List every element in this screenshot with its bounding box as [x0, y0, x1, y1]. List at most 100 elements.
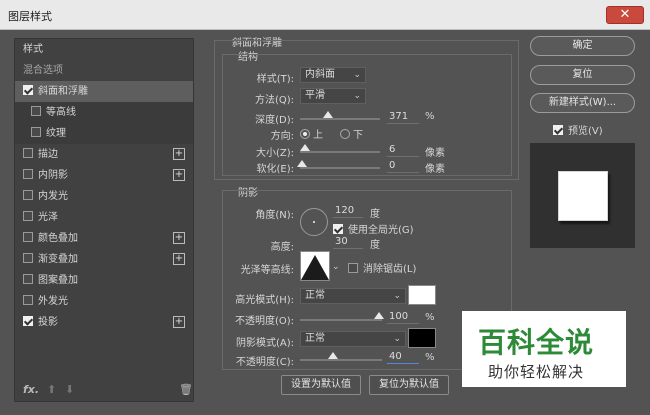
highlight-opacity-slider[interactable] [300, 319, 382, 321]
highlight-mode-select[interactable]: 正常 ⌄ [300, 288, 406, 304]
antialias-checkbox[interactable]: 消除锯齿(L) [348, 260, 416, 275]
chevron-down-icon: ⌄ [353, 91, 361, 101]
soften-input[interactable]: 0 [387, 159, 419, 173]
depth-slider[interactable] [300, 118, 380, 120]
angle-label: 角度(N): [255, 210, 294, 221]
depth-slider-thumb[interactable] [323, 111, 333, 118]
effects-list-item[interactable]: 等高线 [15, 102, 193, 123]
effects-list: 样式 混合选项 斜面和浮雕 等高线 纹理 描边 + 内阴影 + 内发光光泽颜色叠加 + 渐变叠加 + 图案… [14, 38, 194, 402]
ok-button[interactable]: 确定 [530, 36, 635, 56]
style-label: 样式(T): [256, 74, 294, 85]
effects-list-item[interactable]: 样式 [15, 39, 193, 60]
depth-input[interactable]: 371 [387, 110, 419, 124]
effects-list-item-label: 内阴影 [38, 170, 68, 181]
effects-list-item[interactable]: 描边 + [15, 144, 193, 165]
add-effect-plus-icon[interactable]: + [173, 148, 185, 160]
effects-list-item[interactable]: 纹理 [15, 123, 193, 144]
size-slider[interactable] [300, 151, 380, 153]
effects-list-item-label: 光泽 [38, 212, 58, 223]
style-select[interactable]: 内斜面 ⌄ [300, 67, 366, 83]
effects-list-item[interactable]: 图案叠加 [15, 270, 193, 291]
effects-list-item[interactable]: 渐变叠加 + [15, 249, 193, 270]
effects-list-item[interactable]: 斜面和浮雕 [15, 81, 193, 102]
angle-input[interactable]: 120 [333, 204, 363, 218]
direction-down-radio[interactable]: 下 [340, 126, 363, 141]
technique-select[interactable]: 平滑 ⌄ [300, 88, 366, 104]
set-default-button[interactable]: 设置为默认值 [281, 375, 361, 395]
chevron-down-icon: ⌄ [393, 291, 401, 301]
highlight-opacity-label: 不透明度(O): [234, 316, 294, 327]
radio-on-icon [300, 129, 310, 139]
checkbox-unchecked-icon[interactable] [31, 127, 41, 137]
checkbox-checked-icon [333, 224, 343, 234]
soften-slider[interactable] [300, 167, 380, 169]
effects-list-item[interactable]: 内阴影 + [15, 165, 193, 186]
shadow-mode-select[interactable]: 正常 ⌄ [300, 331, 406, 347]
shadow-opacity-input[interactable]: 40 [387, 350, 419, 364]
size-unit: 像素 [425, 148, 445, 159]
angle-dial[interactable] [300, 208, 328, 236]
soften-label: 软化(E): [256, 164, 295, 175]
window-title: 图层样式 [8, 10, 52, 23]
chevron-down-icon[interactable]: ⌄ [332, 262, 340, 272]
shadow-opacity-slider-thumb[interactable] [328, 352, 338, 359]
direction-down-label: 下 [353, 130, 363, 141]
reset-button[interactable]: 复位 [530, 65, 635, 85]
highlight-mode-value: 正常 [305, 290, 325, 301]
watermark: 百科全说 助你轻松解决 [462, 311, 626, 387]
checkbox-unchecked-icon[interactable] [23, 274, 33, 284]
size-input[interactable]: 6 [387, 143, 419, 157]
preview-checkbox[interactable]: 预览(V) [553, 122, 603, 137]
preview-thumbnail [530, 143, 635, 248]
global-light-checkbox[interactable]: 使用全局光(G) [333, 221, 414, 236]
highlight-opacity-input[interactable]: 100 [387, 310, 419, 324]
add-effect-plus-icon[interactable]: + [173, 316, 185, 328]
gloss-contour-label: 光泽等高线: [240, 265, 294, 276]
soften-slider-thumb[interactable] [297, 160, 307, 167]
checkbox-unchecked-icon[interactable] [23, 253, 33, 263]
checkbox-unchecked-icon[interactable] [23, 169, 33, 179]
effects-list-item[interactable]: 光泽 [15, 207, 193, 228]
checkbox-unchecked-icon[interactable] [31, 106, 41, 116]
preview-square [558, 171, 608, 221]
shadow-color-swatch[interactable] [408, 328, 436, 348]
effects-list-item[interactable]: 外发光 [15, 291, 193, 312]
move-down-icon[interactable]: ⬇ [65, 383, 74, 396]
move-up-icon[interactable]: ⬆ [47, 383, 56, 396]
checkbox-checked-icon[interactable] [23, 85, 33, 95]
effects-list-item[interactable]: 投影 + [15, 312, 193, 333]
technique-value: 平滑 [305, 90, 325, 101]
technique-label: 方法(Q): [254, 95, 294, 106]
checkbox-unchecked-icon[interactable] [23, 295, 33, 305]
checkbox-unchecked-icon[interactable] [23, 148, 33, 158]
size-slider-thumb[interactable] [300, 144, 310, 151]
direction-up-radio[interactable]: 上 [300, 126, 323, 141]
highlight-opacity-slider-thumb[interactable] [374, 312, 384, 319]
checkbox-unchecked-icon[interactable] [23, 190, 33, 200]
add-effect-plus-icon[interactable]: + [173, 253, 185, 265]
add-effect-plus-icon[interactable]: + [173, 169, 185, 181]
new-style-button[interactable]: 新建样式(W)... [530, 93, 635, 113]
fx-icon[interactable]: fx. [23, 383, 39, 396]
altitude-label: 高度: [270, 242, 294, 253]
depth-unit: % [425, 111, 435, 122]
shadow-opacity-slider[interactable] [300, 359, 382, 361]
altitude-input[interactable]: 30 [333, 235, 363, 249]
reset-default-button[interactable]: 复位为默认值 [369, 375, 449, 395]
soften-unit: 像素 [425, 164, 445, 175]
contour-curve-icon [301, 255, 329, 280]
trash-icon[interactable]: 🗑 [179, 383, 193, 396]
effects-list-item[interactable]: 内发光 [15, 186, 193, 207]
effects-list-item[interactable]: 混合选项 [15, 60, 193, 81]
checkbox-unchecked-icon[interactable] [23, 211, 33, 221]
checkbox-unchecked-icon[interactable] [23, 232, 33, 242]
gloss-contour-picker[interactable] [300, 251, 330, 281]
highlight-color-swatch[interactable] [408, 285, 436, 305]
close-button[interactable]: ✕ [606, 6, 644, 24]
add-effect-plus-icon[interactable]: + [173, 232, 185, 244]
shadow-opacity-label: 不透明度(C): [235, 357, 294, 368]
effects-list-item[interactable]: 颜色叠加 + [15, 228, 193, 249]
chevron-down-icon: ⌄ [353, 70, 361, 80]
checkbox-checked-icon[interactable] [23, 316, 33, 326]
angle-unit: 度 [370, 209, 380, 220]
